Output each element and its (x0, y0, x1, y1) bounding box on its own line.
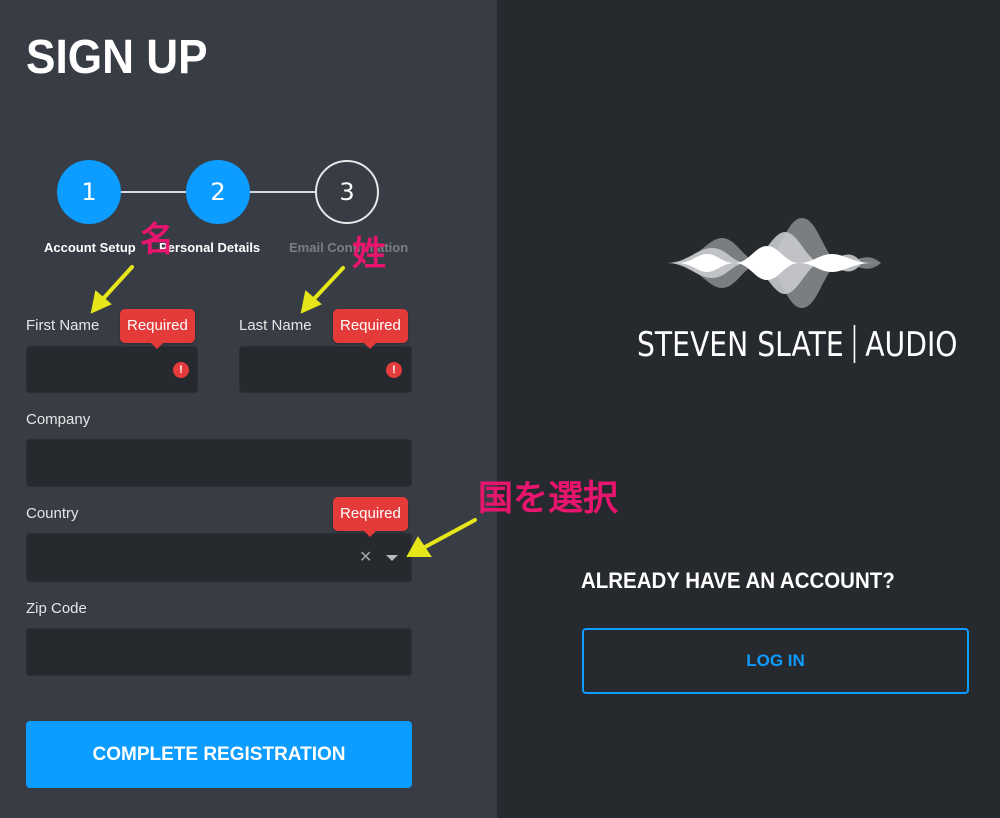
arrow-icon (311, 266, 345, 302)
arrow-icon (100, 265, 134, 302)
brand-divider (853, 325, 856, 363)
brand-wordmark: STEVEN SLATE AUDIO (637, 325, 957, 365)
brand-name-right: AUDIO (865, 325, 958, 365)
log-in-button[interactable]: LOG IN (582, 628, 969, 694)
waveform-logo-icon (667, 218, 881, 308)
annotation-arrows (90, 265, 477, 557)
arrow-icon (423, 518, 477, 549)
brand-name-left: STEVEN SLATE (637, 325, 844, 365)
have-account-heading: ALREADY HAVE AN ACCOUNT? (581, 568, 895, 593)
